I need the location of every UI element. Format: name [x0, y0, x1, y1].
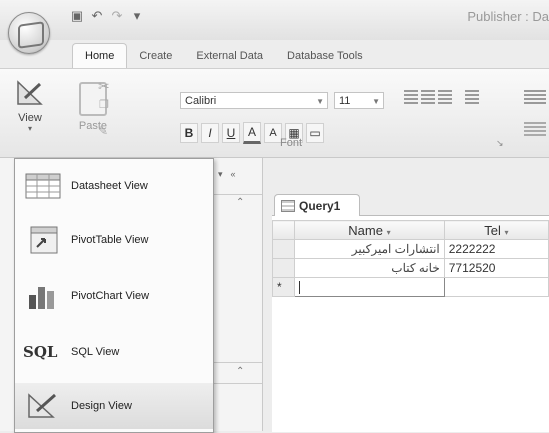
- text-cursor: [299, 281, 301, 295]
- new-record-row: *: [271, 277, 549, 297]
- align-center-icon[interactable]: [421, 90, 435, 104]
- tab-database-tools[interactable]: Database Tools: [275, 44, 375, 68]
- datasheet-icon: [23, 171, 63, 201]
- font-group-label: Font: [280, 137, 303, 149]
- column-header-name[interactable]: Name ▾: [294, 220, 445, 240]
- chevron-down-icon: ▼: [372, 97, 380, 106]
- customize-icon[interactable]: ▾: [130, 9, 144, 23]
- column-name-label: Name: [348, 222, 383, 238]
- clipboard-group: Paste ✂ ❐ ✎: [68, 78, 118, 146]
- group-collapse-icon[interactable]: ⌃: [236, 197, 244, 208]
- cell-tel[interactable]: 7712520: [443, 258, 549, 278]
- design-ruler-icon: [15, 78, 45, 108]
- font-size-value: 11: [339, 95, 351, 107]
- view-button[interactable]: View ▾: [10, 78, 50, 146]
- menu-item-label: PivotTable View: [71, 234, 149, 246]
- quick-access-toolbar: ▣ ↶ ↷ ▾: [70, 6, 144, 26]
- table-row: انتشارات امیرکبیر 2222222: [271, 239, 549, 259]
- nav-divider: [206, 362, 262, 363]
- font-name-select[interactable]: Calibri ▼: [180, 92, 328, 109]
- align-justify-icon[interactable]: [465, 90, 479, 104]
- row-selector[interactable]: [271, 239, 296, 259]
- ribbon-tabs: Home Create External Data Database Tools: [72, 42, 375, 68]
- chevron-down-icon[interactable]: ▾: [387, 228, 391, 237]
- menu-item-datasheet-view[interactable]: Datasheet View: [15, 163, 213, 209]
- menu-item-design-view[interactable]: Design View: [15, 383, 213, 429]
- cell-name-new[interactable]: [294, 277, 445, 297]
- nav-divider: [206, 194, 262, 195]
- copy-icon[interactable]: ❐: [99, 98, 109, 111]
- collapse-nav-icon[interactable]: «: [231, 169, 236, 179]
- menu-item-label: SQL View: [71, 346, 120, 358]
- menu-item-label: Design View: [71, 400, 132, 412]
- font-color-button[interactable]: A: [243, 122, 261, 144]
- format-painter-icon[interactable]: ✎: [98, 124, 108, 138]
- table-row: خانه کتاب 7712520: [271, 258, 549, 278]
- header-row: Name ▾ Tel ▾: [271, 220, 549, 240]
- chevron-down-icon[interactable]: ▾: [218, 169, 223, 180]
- redo-icon[interactable]: ↷: [110, 9, 124, 23]
- cell-tel[interactable]: 2222222: [443, 239, 549, 259]
- nav-divider: [206, 383, 262, 384]
- save-icon[interactable]: ▣: [70, 9, 84, 23]
- window-title: Publisher : Da: [467, 9, 549, 24]
- row-selector[interactable]: [271, 258, 296, 278]
- chevron-down-icon: ▾: [27, 124, 32, 133]
- tab-home[interactable]: Home: [72, 43, 128, 68]
- view-dropdown-menu: Datasheet View PivotTable View PivotChar…: [14, 158, 214, 433]
- tab-external-data[interactable]: External Data: [184, 44, 275, 68]
- list-icon[interactable]: [524, 122, 546, 138]
- design-icon: [23, 391, 63, 421]
- view-button-label: View: [18, 112, 42, 124]
- format-buttons: B I U A A ▦ ▭: [180, 122, 324, 144]
- menu-item-label: PivotChart View: [71, 290, 150, 302]
- query-tab[interactable]: Query1: [274, 194, 360, 216]
- alignment-buttons: [404, 90, 479, 104]
- menu-item-label: Datasheet View: [71, 180, 148, 192]
- underline-button[interactable]: U: [222, 123, 240, 143]
- group-collapse-icon[interactable]: ⌃: [236, 366, 244, 377]
- chevron-down-icon: ▼: [316, 97, 324, 106]
- italic-button[interactable]: I: [201, 123, 219, 143]
- pivotchart-icon: [23, 281, 63, 311]
- cut-icon[interactable]: ✂: [98, 78, 110, 95]
- bold-button[interactable]: B: [180, 123, 198, 143]
- cell-name[interactable]: خانه کتاب: [294, 258, 445, 278]
- query-tab-label: Query1: [299, 198, 341, 213]
- dialog-launcher-icon[interactable]: ↘: [496, 138, 504, 149]
- align-left-icon[interactable]: [404, 90, 418, 104]
- font-name-value: Calibri: [185, 95, 217, 107]
- sql-icon: SQL: [23, 343, 58, 361]
- nav-pane-header: ▾ «: [206, 165, 262, 183]
- menu-item-pivottable-view[interactable]: PivotTable View: [15, 217, 213, 263]
- tab-create[interactable]: Create: [127, 44, 184, 68]
- query-icon: [281, 199, 295, 212]
- pivottable-icon: [23, 225, 63, 255]
- cell-tel-new[interactable]: [443, 277, 549, 297]
- query-datasheet: Name ▾ Tel ▾ انتشارات امیرکبیر 2222222 خ…: [271, 220, 549, 297]
- office-logo-icon: [18, 21, 44, 49]
- alternate-fill-button[interactable]: ▭: [306, 123, 324, 143]
- chevron-down-icon[interactable]: ▾: [504, 228, 508, 237]
- office-button[interactable]: [8, 12, 50, 54]
- cell-name[interactable]: انتشارات امیرکبیر: [294, 239, 445, 259]
- menu-item-sql-view[interactable]: SQL SQL View: [15, 329, 213, 375]
- rich-text-icon[interactable]: [524, 90, 546, 106]
- select-all-cell[interactable]: [271, 220, 296, 240]
- font-size-select[interactable]: 11 ▼: [334, 92, 384, 109]
- align-right-icon[interactable]: [438, 90, 452, 104]
- new-record-marker: *: [271, 277, 296, 297]
- undo-icon[interactable]: ↶: [90, 9, 104, 23]
- column-tel-label: Tel: [484, 222, 501, 238]
- menu-item-pivotchart-view[interactable]: PivotChart View: [15, 273, 213, 319]
- column-header-tel[interactable]: Tel ▾: [443, 220, 549, 240]
